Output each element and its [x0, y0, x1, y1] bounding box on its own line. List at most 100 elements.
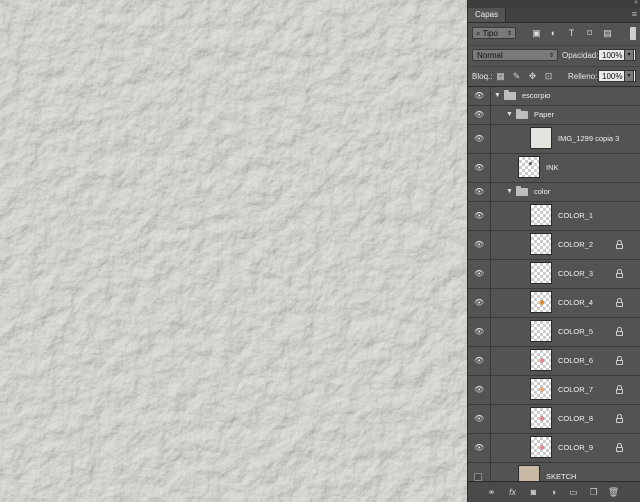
layer-name: COLOR_8 [558, 414, 594, 423]
layer-row[interactable]: 👁 COLOR_4 [468, 289, 640, 318]
layer-row[interactable]: 👁 COLOR_9 [468, 434, 640, 463]
layer-group-row[interactable]: 👁 ▼ color [468, 183, 640, 202]
layer-name: COLOR_5 [558, 327, 594, 336]
eye-icon: 👁 [474, 187, 485, 196]
layer-row[interactable]: SKETCH [468, 463, 640, 483]
layer-group-row[interactable]: 👁 ▼ Paper [468, 106, 640, 125]
eye-icon: 👁 [474, 414, 485, 423]
lock-icon [616, 298, 623, 307]
visibility-toggle[interactable]: 👁 [468, 125, 491, 153]
filter-kind-select[interactable]: ⌕ Tipo ⇕ [472, 27, 516, 39]
thumbnail-mark [540, 416, 544, 421]
visibility-toggle[interactable]: 👁 [468, 202, 491, 230]
layer-thumbnail [530, 233, 552, 255]
link-layers-icon[interactable]: ⚭ [485, 486, 498, 498]
filter-type-icon[interactable]: T [566, 28, 577, 39]
visibility-toggle[interactable]: 👁 [468, 434, 491, 462]
new-group-icon[interactable]: ▭ [567, 486, 580, 498]
layer-row[interactable]: 👁 COLOR_3 [468, 260, 640, 289]
visibility-toggle[interactable]: 👁 [468, 318, 491, 346]
blend-mode-value: Normal [477, 51, 503, 60]
lock-icon [616, 414, 623, 423]
visibility-toggle[interactable]: 👁 [468, 106, 491, 124]
layer-thumbnail [530, 407, 552, 429]
layer-row[interactable]: 👁 INK [468, 154, 640, 183]
visibility-toggle[interactable]: 👁 [468, 376, 491, 404]
folder-icon [504, 90, 516, 100]
eye-icon: 👁 [474, 269, 485, 278]
lock-transparent-icon[interactable]: ▦ [495, 71, 506, 82]
collapse-panel-icon[interactable]: « [634, 0, 638, 6]
lock-image-icon[interactable]: ✎ [511, 71, 522, 82]
visibility-toggle[interactable]: 👁 [468, 405, 491, 433]
visibility-toggle[interactable]: 👁 [468, 289, 491, 317]
layer-style-fx-icon[interactable]: fx [506, 486, 519, 498]
eye-icon: 👁 [474, 327, 485, 336]
eye-icon: 👁 [474, 385, 485, 394]
layer-thumbnail [530, 291, 552, 313]
thumbnail-mark [529, 162, 532, 165]
panel-title-strip: « [468, 0, 640, 8]
layer-row[interactable]: 👁 COLOR_2 [468, 231, 640, 260]
eye-icon: 👁 [474, 298, 485, 307]
opacity-dropdown-icon[interactable]: ▾ [624, 49, 634, 61]
layer-name: Paper [534, 110, 555, 119]
tab-layers[interactable]: Capas [468, 8, 507, 22]
filter-adjustment-icon[interactable]: ◐ [548, 28, 559, 39]
layer-thumbnail [530, 349, 552, 371]
layer-name: INK [546, 163, 559, 172]
delete-layer-icon[interactable]: 🗑 [607, 486, 620, 498]
visibility-toggle[interactable]: 👁 [468, 231, 491, 259]
layer-row[interactable]: 👁 COLOR_5 [468, 318, 640, 347]
eye-icon: 👁 [474, 134, 485, 143]
fill-label: Relleno: [568, 72, 598, 81]
fill-dropdown-icon[interactable]: ▾ [624, 70, 634, 82]
layer-filter-row: ⌕ Tipo ⇕ ▣ ◐ T ⌑ ▤ [468, 23, 640, 44]
visibility-toggle[interactable]: 👁 [468, 87, 491, 105]
panel-menu-icon[interactable]: ≡ [632, 10, 637, 19]
visibility-toggle[interactable]: 👁 [468, 183, 491, 201]
layer-row[interactable]: 👁 COLOR_6 [468, 347, 640, 376]
layer-name: IMG_1299 copia 3 [558, 134, 620, 143]
layer-group-row[interactable]: 👁 ▼ escorpio [468, 87, 640, 106]
visibility-toggle[interactable] [468, 463, 491, 483]
filter-shape-icon[interactable]: ⌑ [584, 28, 595, 39]
filter-smart-object-icon[interactable]: ▤ [602, 28, 613, 39]
document-canvas[interactable] [0, 0, 467, 502]
lock-icon [616, 443, 623, 452]
filter-toggle-switch[interactable] [630, 27, 636, 40]
filter-pixel-icon[interactable]: ▣ [531, 28, 542, 39]
disclosure-triangle-icon[interactable]: ▼ [506, 111, 513, 119]
new-layer-icon[interactable]: ❐ [587, 486, 600, 498]
lock-icon [616, 269, 623, 278]
blend-mode-select[interactable]: Normal ⇕ [472, 49, 558, 61]
layer-name: COLOR_7 [558, 385, 594, 394]
layer-row[interactable]: 👁 COLOR_8 [468, 405, 640, 434]
disclosure-triangle-icon[interactable]: ▼ [494, 92, 501, 100]
lock-all-icon[interactable]: ⊡ [543, 71, 554, 82]
thumbnail-mark [540, 445, 544, 450]
layer-row[interactable]: 👁 COLOR_7 [468, 376, 640, 405]
thumbnail-mark [540, 358, 544, 363]
layer-name: COLOR_4 [558, 298, 594, 307]
lock-label: Bloq.: [472, 72, 493, 81]
layer-name: COLOR_6 [558, 356, 594, 365]
lock-icon [616, 327, 623, 336]
paper-texture [0, 0, 467, 502]
add-mask-icon[interactable]: ◙ [527, 486, 540, 498]
select-arrows-icon: ⇕ [506, 31, 512, 37]
layer-row[interactable]: 👁 IMG_1299 copia 3 [468, 125, 640, 154]
visibility-toggle[interactable]: 👁 [468, 154, 491, 182]
visibility-toggle[interactable]: 👁 [468, 260, 491, 288]
thumbnail-mark [540, 300, 544, 305]
layer-name: escorpio [522, 91, 551, 100]
adjustment-layer-icon[interactable]: ◑ [547, 486, 560, 498]
layer-list[interactable]: 👁 ▼ escorpio 👁 ▼ Paper 👁 IMG_1299 copia 3 👁 INK 👁 ▼… [468, 86, 640, 483]
lock-position-icon[interactable]: ✥ [527, 71, 538, 82]
layer-row[interactable]: 👁 COLOR_1 [468, 202, 640, 231]
visibility-toggle[interactable]: 👁 [468, 347, 491, 375]
disclosure-triangle-icon[interactable]: ▼ [506, 188, 513, 196]
eye-icon: 👁 [474, 91, 485, 100]
layer-name: COLOR_3 [558, 269, 594, 278]
panel-tab-bar: Capas ≡ [468, 8, 640, 23]
